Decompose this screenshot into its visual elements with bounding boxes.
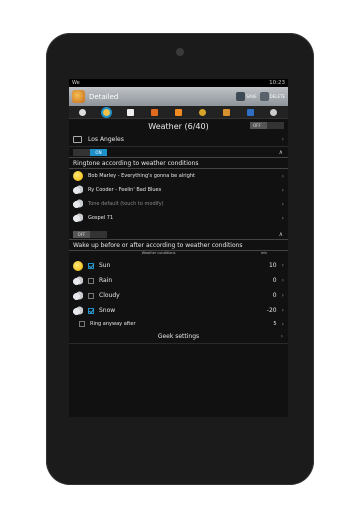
wake-item: Sun 10 › — [69, 258, 288, 273]
tab-settings-icon[interactable] — [270, 108, 278, 116]
location-icon — [73, 136, 82, 143]
ringtone-label: Tone default (touch to modify) — [88, 201, 164, 207]
chevron-right-icon: › — [281, 172, 284, 180]
chevron-right-icon[interactable]: › — [282, 321, 284, 328]
geek-settings-row[interactable]: Geek settings › — [69, 330, 288, 344]
ring-anyway-checkbox[interactable] — [79, 321, 85, 327]
category-tabs — [69, 106, 288, 119]
screen: We 10:23 Detailed SAVE DELETE Weather (6… — [69, 79, 288, 417]
ringtone-toggle-label: ON — [90, 148, 107, 156]
ringtone-label: Gospel 71 — [88, 215, 114, 221]
snow-icon — [73, 213, 83, 223]
minutes-value[interactable]: 0 — [265, 292, 277, 299]
status-bar: We 10:23 — [69, 79, 288, 87]
weather-toggle-label: OFF — [253, 123, 261, 128]
save-icon — [236, 92, 246, 101]
save-button[interactable]: SAVE — [236, 92, 257, 101]
tab-clock-icon[interactable] — [79, 108, 87, 116]
condition-label: Cloudy — [99, 292, 120, 299]
ringtone-toggle[interactable]: ON — [73, 148, 107, 156]
location-label: Los Angeles — [88, 136, 124, 143]
col-min: min — [260, 251, 268, 255]
app-icon[interactable] — [72, 90, 85, 103]
rain-icon — [73, 275, 83, 286]
weather-toggle[interactable]: OFF — [250, 122, 284, 129]
chevron-right-icon: › — [280, 333, 283, 340]
ring-anyway-label: Ring anyway after — [90, 321, 136, 327]
tab-tag-icon[interactable] — [222, 108, 230, 116]
minutes-value[interactable]: -20 — [265, 307, 277, 314]
wake-column-header: Weather conditions min — [69, 251, 288, 258]
ringtone-section-title: Ringtone according to weather conditions — [69, 158, 288, 169]
tab-news-icon[interactable] — [151, 108, 159, 116]
wake-item: Rain 0 › — [69, 273, 288, 288]
condition-label: Snow — [99, 307, 116, 314]
minutes-value[interactable]: 10 — [265, 262, 277, 269]
chevron-right-icon: › — [281, 186, 284, 194]
ringtone-label: Ry Cooder - Feelin' Bad Blues — [88, 187, 162, 193]
collapse-icon[interactable]: ∧ — [279, 231, 283, 238]
page-title: Weather (6/40) — [148, 121, 209, 131]
location-row[interactable]: Los Angeles › — [69, 133, 288, 147]
action-bar: Detailed SAVE DELETE — [69, 87, 288, 106]
tab-app-icon[interactable] — [246, 108, 254, 116]
chevron-right-icon: › — [281, 200, 284, 208]
wake-item: Cloudy 0 › — [69, 288, 288, 303]
ringtone-item[interactable]: Tone default (touch to modify) › — [69, 197, 288, 211]
delete-label: DELETE — [269, 94, 285, 99]
tab-weather-icon[interactable] — [103, 108, 111, 116]
tab-coin-icon[interactable] — [198, 108, 206, 116]
minutes-value[interactable]: 0 — [265, 277, 277, 284]
cloud-icon — [73, 290, 83, 301]
snow-icon — [73, 305, 83, 316]
delete-button[interactable]: DELETE — [259, 92, 285, 101]
wake-toggle-label: OFF — [73, 230, 90, 238]
condition-checkbox[interactable] — [88, 307, 94, 314]
chevron-right-icon[interactable]: › — [282, 277, 284, 284]
ringtone-item[interactable]: Bob Marley - Everything's gonna be alrig… — [69, 169, 288, 183]
condition-checkbox[interactable] — [88, 292, 94, 299]
condition-checkbox[interactable] — [88, 262, 94, 269]
chevron-right-icon[interactable]: › — [282, 307, 284, 314]
chevron-right-icon[interactable]: › — [282, 262, 284, 269]
trash-icon — [259, 92, 269, 101]
chevron-right-icon: › — [281, 136, 284, 143]
page-header: Weather (6/40) OFF — [69, 119, 288, 133]
chevron-right-icon[interactable]: › — [282, 292, 284, 299]
condition-label: Rain — [99, 277, 113, 284]
cloud-icon — [73, 199, 83, 209]
geek-settings-label: Geek settings — [157, 333, 200, 340]
ringtone-item[interactable]: Gospel 71 › — [69, 211, 288, 225]
ring-anyway-row: Ring anyway after 5 › — [69, 318, 288, 330]
tab-calendar-icon[interactable] — [127, 108, 135, 116]
status-left: We — [72, 80, 80, 86]
ringtone-item[interactable]: Ry Cooder - Feelin' Bad Blues › — [69, 183, 288, 197]
wake-section-bar: OFF ∧ — [69, 229, 288, 240]
ring-anyway-value[interactable]: 5 — [265, 321, 276, 327]
collapse-icon[interactable]: ∧ — [279, 149, 283, 156]
col-conditions: Weather conditions — [141, 251, 176, 255]
rain-icon — [73, 185, 83, 195]
status-time: 10:23 — [269, 80, 285, 86]
sun-icon — [73, 260, 83, 271]
ringtone-label: Bob Marley - Everything's gonna be alrig… — [88, 173, 195, 179]
camera — [176, 48, 184, 56]
wake-item: Snow -20 › — [69, 303, 288, 318]
condition-checkbox[interactable] — [88, 277, 94, 284]
ringtone-section-bar: ON ∧ — [69, 147, 288, 158]
wake-toggle[interactable]: OFF — [73, 230, 107, 238]
wake-section-title: Wake up before or after according to wea… — [69, 240, 288, 251]
sun-icon — [73, 171, 83, 181]
action-title: Detailed — [89, 92, 119, 101]
save-label: SAVE — [246, 94, 257, 99]
condition-label: Sun — [99, 262, 111, 269]
chevron-right-icon: › — [281, 214, 284, 222]
tab-rss-icon[interactable] — [174, 108, 182, 116]
